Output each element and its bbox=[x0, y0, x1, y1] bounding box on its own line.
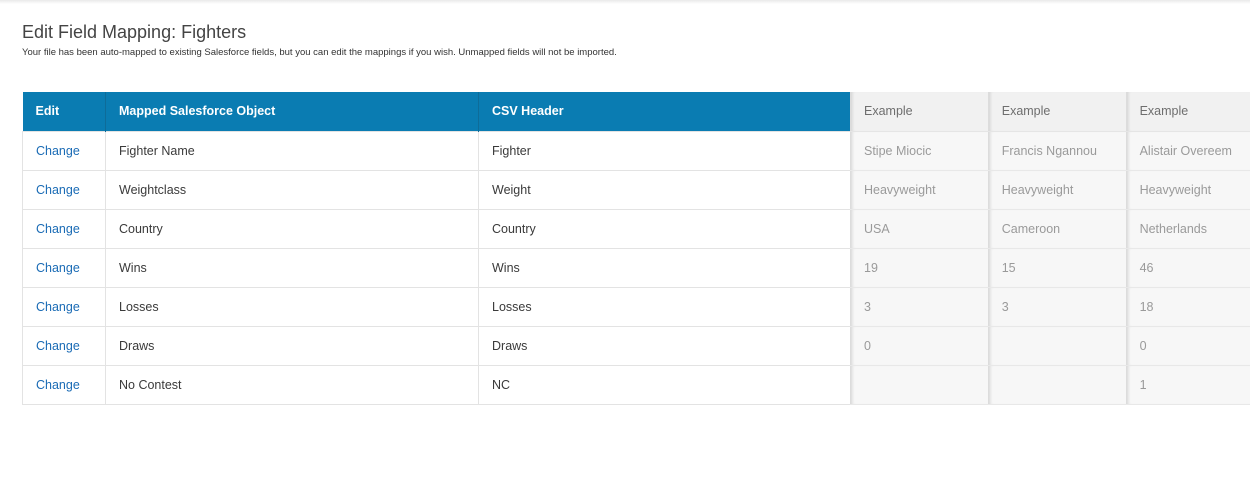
change-link[interactable]: Change bbox=[22, 286, 106, 327]
change-link[interactable]: Change bbox=[22, 130, 106, 171]
example-cell: Heavyweight bbox=[987, 170, 1127, 210]
example-cell: 3 bbox=[987, 287, 1127, 327]
mapped-object-cell: Fighter Name bbox=[105, 130, 479, 171]
example-cell: Heavyweight bbox=[850, 170, 989, 210]
mapped-object-cell: Weightclass bbox=[105, 169, 479, 210]
table-row: Change Fighter Name Fighter bbox=[22, 130, 851, 171]
example-header-row: Example Example Example bbox=[850, 92, 1250, 132]
example-cell: Alistair Overeem bbox=[1125, 131, 1250, 171]
mapped-object-cell: Draws bbox=[105, 325, 479, 366]
page-title: Edit Field Mapping: Fighters bbox=[22, 22, 247, 42]
example-header: Example bbox=[987, 92, 1127, 132]
example-row: 1 bbox=[850, 365, 1250, 405]
table-row: Change Country Country bbox=[22, 208, 851, 249]
example-cell: 46 bbox=[1125, 248, 1250, 288]
change-link[interactable]: Change bbox=[22, 208, 106, 249]
page-subtitle: Your file has been auto-mapped to existi… bbox=[22, 47, 617, 58]
mapped-object-cell: Losses bbox=[105, 286, 479, 327]
example-cell: 3 bbox=[850, 287, 989, 327]
change-link[interactable]: Change bbox=[22, 325, 106, 366]
change-link[interactable]: Change bbox=[22, 169, 106, 210]
example-cell: 0 bbox=[1125, 326, 1250, 366]
example-cell: 1 bbox=[1125, 365, 1250, 405]
csv-header-cell: Weight bbox=[478, 169, 851, 210]
example-row: 19 15 46 bbox=[850, 248, 1250, 288]
example-row: USA Cameroon Netherlands bbox=[850, 209, 1250, 249]
header-csv: CSV Header bbox=[478, 92, 851, 131]
table-row: Change No Contest NC bbox=[22, 364, 851, 405]
mapped-object-cell: Wins bbox=[105, 247, 479, 288]
field-mapping-table: Edit Mapped Salesforce Object CSV Header… bbox=[22, 92, 851, 405]
mapped-object-cell: Country bbox=[105, 208, 479, 249]
table-row: Change Losses Losses bbox=[22, 286, 851, 327]
example-header: Example bbox=[1125, 92, 1250, 132]
mapping-header-row: Edit Mapped Salesforce Object CSV Header bbox=[22, 92, 851, 131]
csv-header-cell: Losses bbox=[478, 286, 851, 327]
example-cell: Netherlands bbox=[1125, 209, 1250, 249]
example-cell bbox=[987, 365, 1127, 405]
change-link[interactable]: Change bbox=[22, 364, 106, 405]
example-values-table: Example Example Example Stipe Miocic Fra… bbox=[850, 92, 1250, 405]
csv-header-cell: Country bbox=[478, 208, 851, 249]
csv-header-cell: Draws bbox=[478, 325, 851, 366]
example-cell: 0 bbox=[850, 326, 989, 366]
mapped-object-cell: No Contest bbox=[105, 364, 479, 405]
mapping-grid: Edit Mapped Salesforce Object CSV Header… bbox=[22, 92, 1250, 406]
example-row: Heavyweight Heavyweight Heavyweight bbox=[850, 170, 1250, 210]
example-cell: 15 bbox=[987, 248, 1127, 288]
example-row: 3 3 18 bbox=[850, 287, 1250, 327]
change-link[interactable]: Change bbox=[22, 247, 106, 288]
table-row: Change Draws Draws bbox=[22, 325, 851, 366]
example-cell: 19 bbox=[850, 248, 989, 288]
top-shadow-bar bbox=[0, 0, 1250, 4]
example-cell: Cameroon bbox=[987, 209, 1127, 249]
example-cell bbox=[850, 365, 989, 405]
header-edit: Edit bbox=[22, 92, 106, 131]
example-row: 0 0 bbox=[850, 326, 1250, 366]
example-header: Example bbox=[850, 92, 989, 132]
csv-header-cell: Fighter bbox=[478, 130, 851, 171]
example-cell: 18 bbox=[1125, 287, 1250, 327]
example-cell: Francis Ngannou bbox=[987, 131, 1127, 171]
table-row: Change Weightclass Weight bbox=[22, 169, 851, 210]
example-cell: Stipe Miocic bbox=[850, 131, 989, 171]
header-mapped-object: Mapped Salesforce Object bbox=[105, 92, 479, 131]
csv-header-cell: Wins bbox=[478, 247, 851, 288]
example-cell: USA bbox=[850, 209, 989, 249]
example-cell bbox=[987, 326, 1127, 366]
example-row: Stipe Miocic Francis Ngannou Alistair Ov… bbox=[850, 131, 1250, 171]
csv-header-cell: NC bbox=[478, 364, 851, 405]
table-row: Change Wins Wins bbox=[22, 247, 851, 288]
example-cell: Heavyweight bbox=[1125, 170, 1250, 210]
